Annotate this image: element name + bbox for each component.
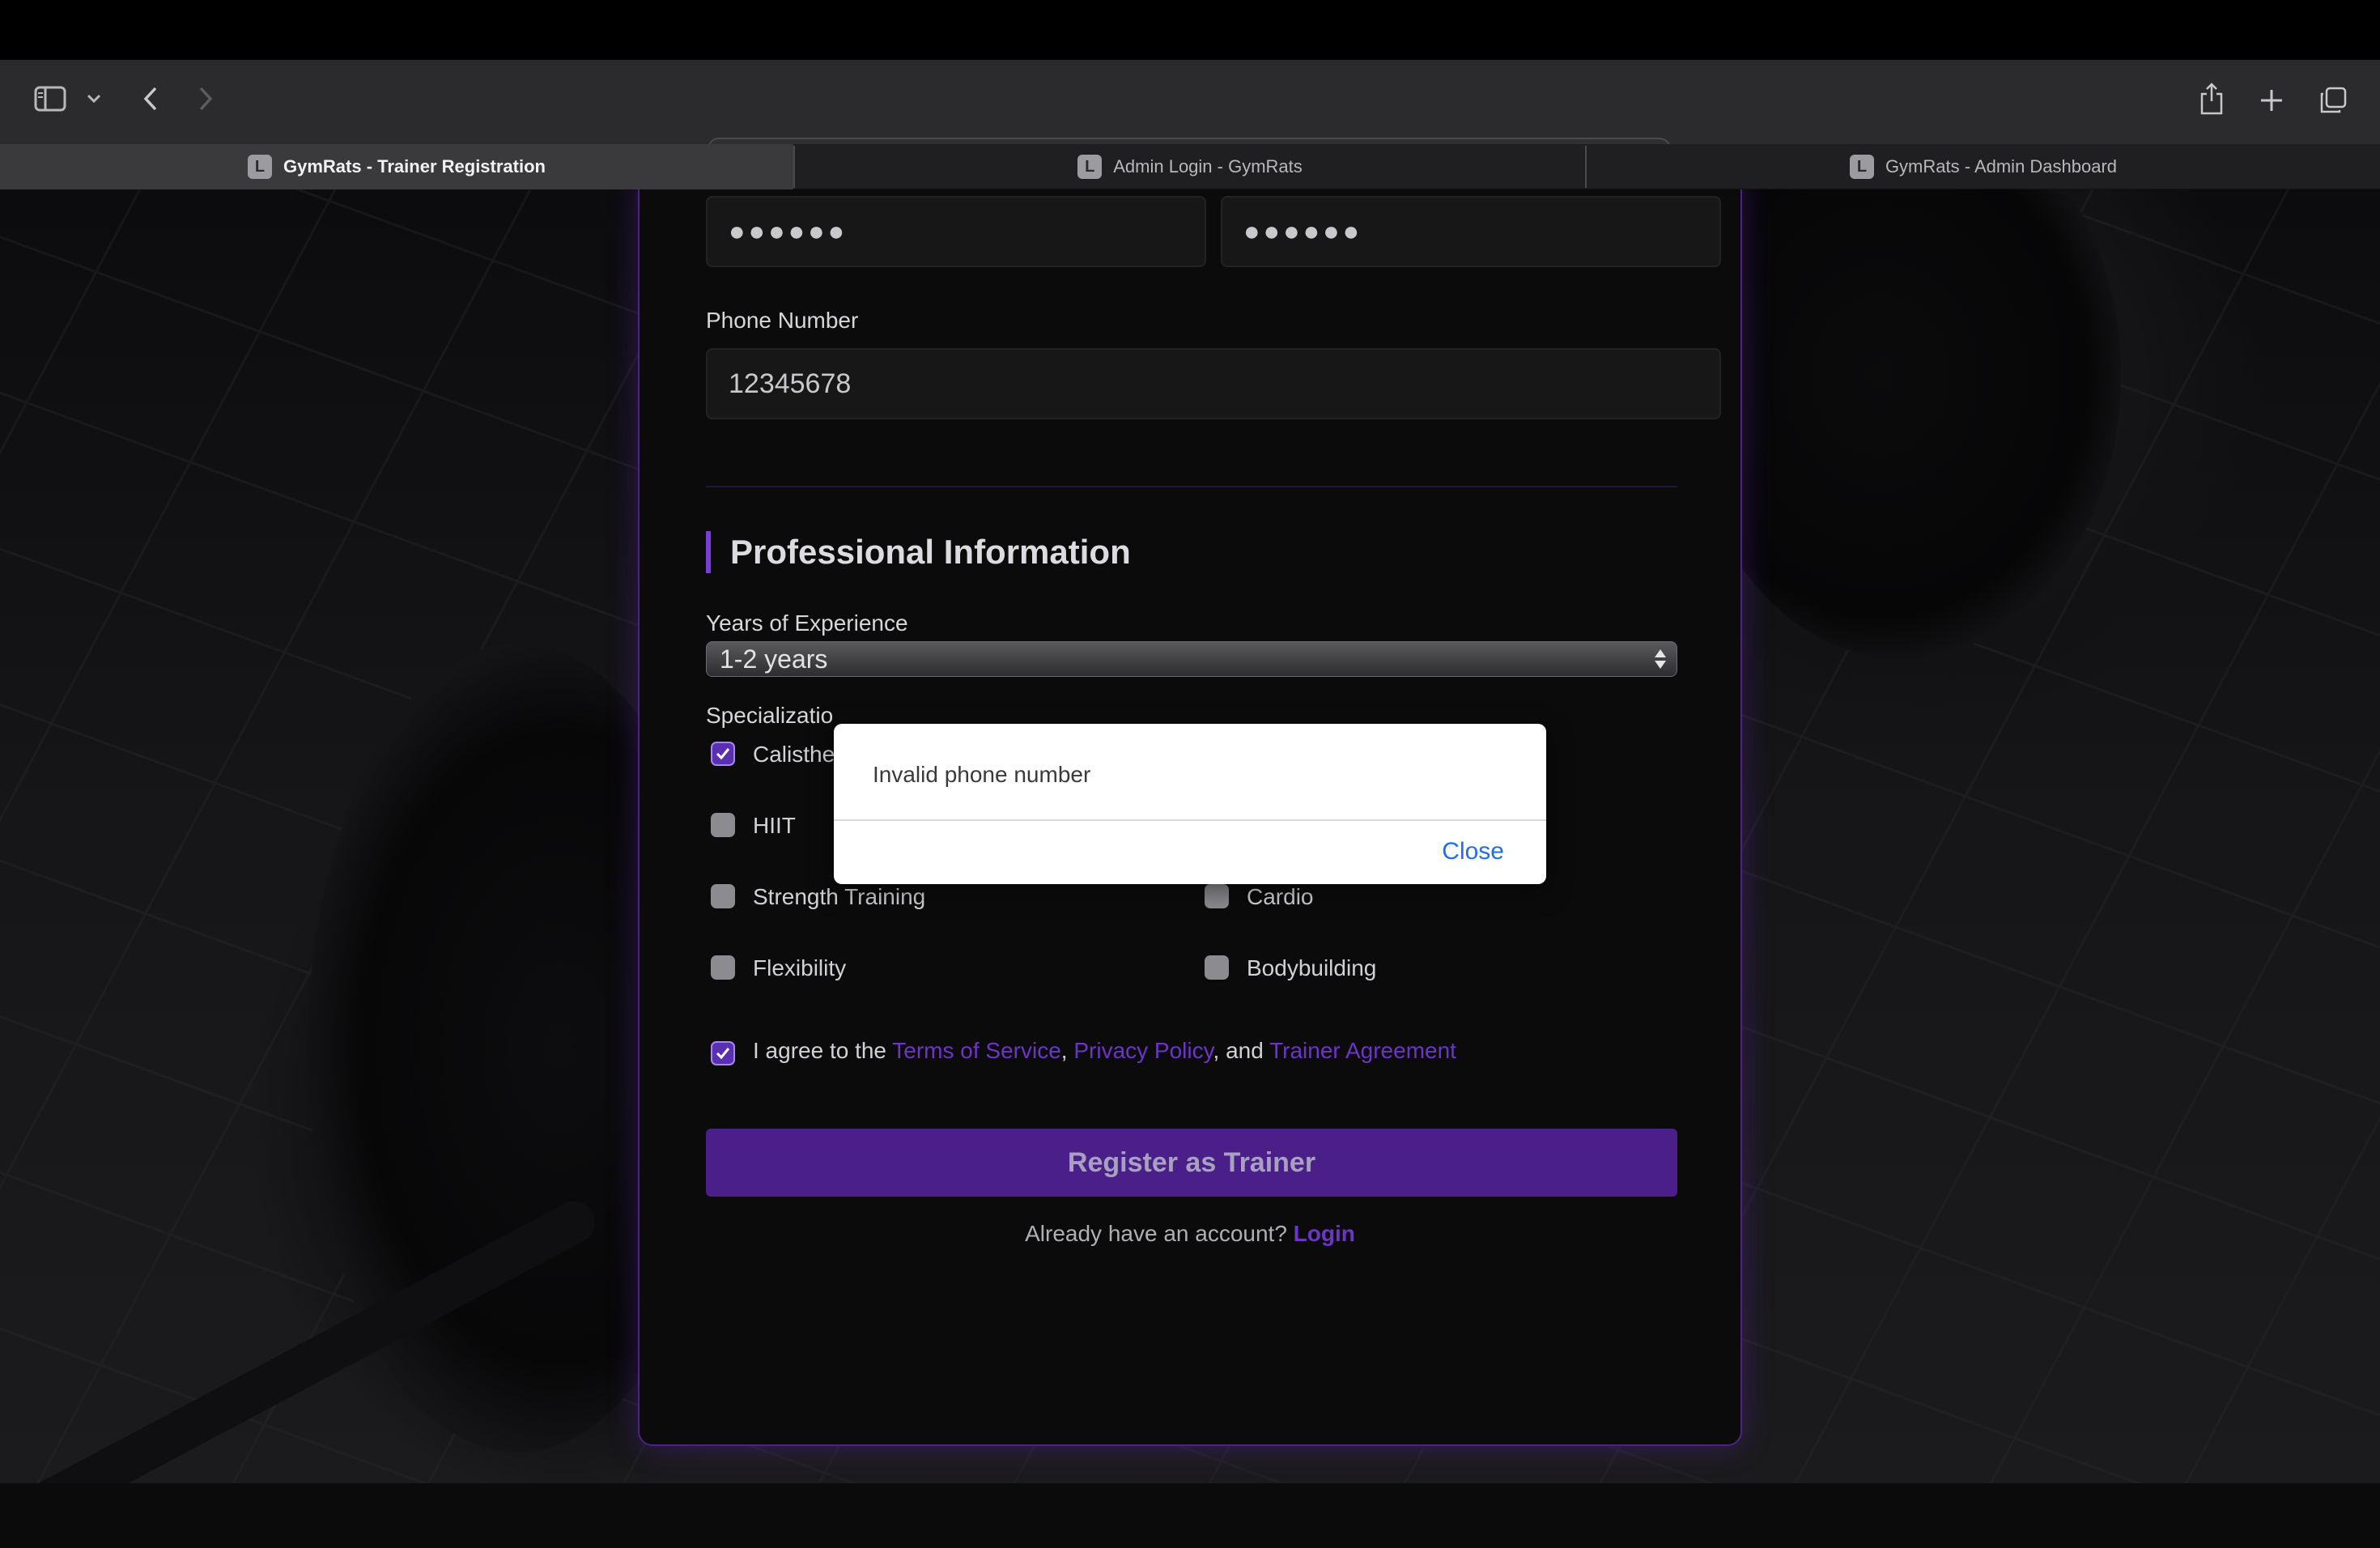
register-button[interactable]: Register as Trainer (706, 1129, 1677, 1197)
specialization-label-hiit[interactable]: HIIT (753, 813, 796, 839)
terms-text: I agree to the Terms of Service, Privacy… (753, 1038, 1456, 1064)
specialization-checkbox[interactable] (711, 884, 735, 908)
section-title: Professional Information (706, 531, 1131, 573)
experience-label: Years of Experience (706, 610, 908, 636)
login-link[interactable]: Login (1294, 1221, 1355, 1246)
specialization-checkbox[interactable] (1205, 884, 1229, 908)
specialization-checkbox[interactable] (711, 742, 735, 766)
trainer-agreement-link[interactable]: Trainer Agreement (1269, 1038, 1456, 1063)
menu-bar-area (0, 0, 2380, 60)
chevron-down-icon[interactable] (83, 86, 105, 112)
tab-admin-dashboard[interactable]: L GymRats - Admin Dashboard (1587, 144, 2380, 189)
checkmark-icon (716, 1048, 730, 1060)
select-arrows-icon (1654, 645, 1667, 673)
privacy-policy-link[interactable]: Privacy Policy (1073, 1038, 1213, 1063)
plus-icon[interactable] (2254, 83, 2289, 118)
specialization-label-cardio[interactable]: Cardio (1247, 884, 1313, 910)
specialization-label-calisthenics[interactable]: Calisthe (753, 742, 835, 768)
phone-field[interactable]: 12345678 (706, 348, 1721, 419)
alert-separator (834, 819, 1546, 821)
specialization-label-flexibility[interactable]: Flexibility (753, 955, 846, 981)
alert-message: Invalid phone number (873, 762, 1091, 787)
specialization-checkbox[interactable] (1205, 955, 1229, 980)
login-prompt-text: Already have an account? (1025, 1221, 1294, 1246)
terms-of-service-link[interactable]: Terms of Service (892, 1038, 1061, 1063)
alert-dialog: Invalid phone number Close (834, 724, 1546, 884)
tab-overview-icon[interactable] (2315, 83, 2351, 118)
terms-prefix: I agree to the (753, 1038, 893, 1063)
alert-close-button[interactable]: Close (1442, 821, 1504, 882)
login-prompt: Already have an account? Login (640, 1221, 1740, 1247)
favicon-icon: L (1849, 155, 1874, 179)
experience-select[interactable]: 1-2 years (706, 641, 1677, 677)
bottom-strip (0, 1483, 2380, 1548)
terms-separator: , and (1213, 1038, 1270, 1063)
sidebar-toggle-icon[interactable] (32, 81, 68, 117)
tab-title: Admin Login - GymRats (1113, 156, 1303, 176)
share-icon[interactable] (2194, 79, 2229, 118)
favicon-icon: L (248, 155, 272, 179)
tab-title: GymRats - Admin Dashboard (1885, 156, 2118, 176)
experience-value: 1-2 years (720, 644, 828, 674)
back-arrow-icon[interactable] (134, 81, 167, 117)
checkmark-icon (716, 748, 730, 760)
specialization-label-strength[interactable]: Strength Training (753, 884, 925, 910)
terms-checkbox[interactable] (711, 1041, 735, 1065)
browser-toolbar: localhost (0, 60, 2380, 185)
section-divider (706, 486, 1677, 487)
tab-trainer-registration[interactable]: L GymRats - Trainer Registration (0, 144, 793, 189)
specialization-checkbox[interactable] (711, 813, 735, 837)
favicon-icon: L (1077, 155, 1103, 179)
phone-label: Phone Number (706, 308, 859, 333)
specialization-label-bodybuilding[interactable]: Bodybuilding (1247, 955, 1376, 981)
tab-admin-login[interactable]: L Admin Login - GymRats (795, 144, 1585, 189)
specialization-checkbox[interactable] (711, 955, 735, 980)
forward-arrow-icon[interactable] (189, 81, 222, 117)
confirm-password-field[interactable]: ●●●●●● (1221, 196, 1721, 267)
tab-title: GymRats - Trainer Registration (283, 156, 546, 176)
password-field[interactable]: ●●●●●● (706, 196, 1206, 267)
specialization-label: Specializatio (706, 703, 834, 728)
terms-separator: , (1060, 1038, 1074, 1063)
